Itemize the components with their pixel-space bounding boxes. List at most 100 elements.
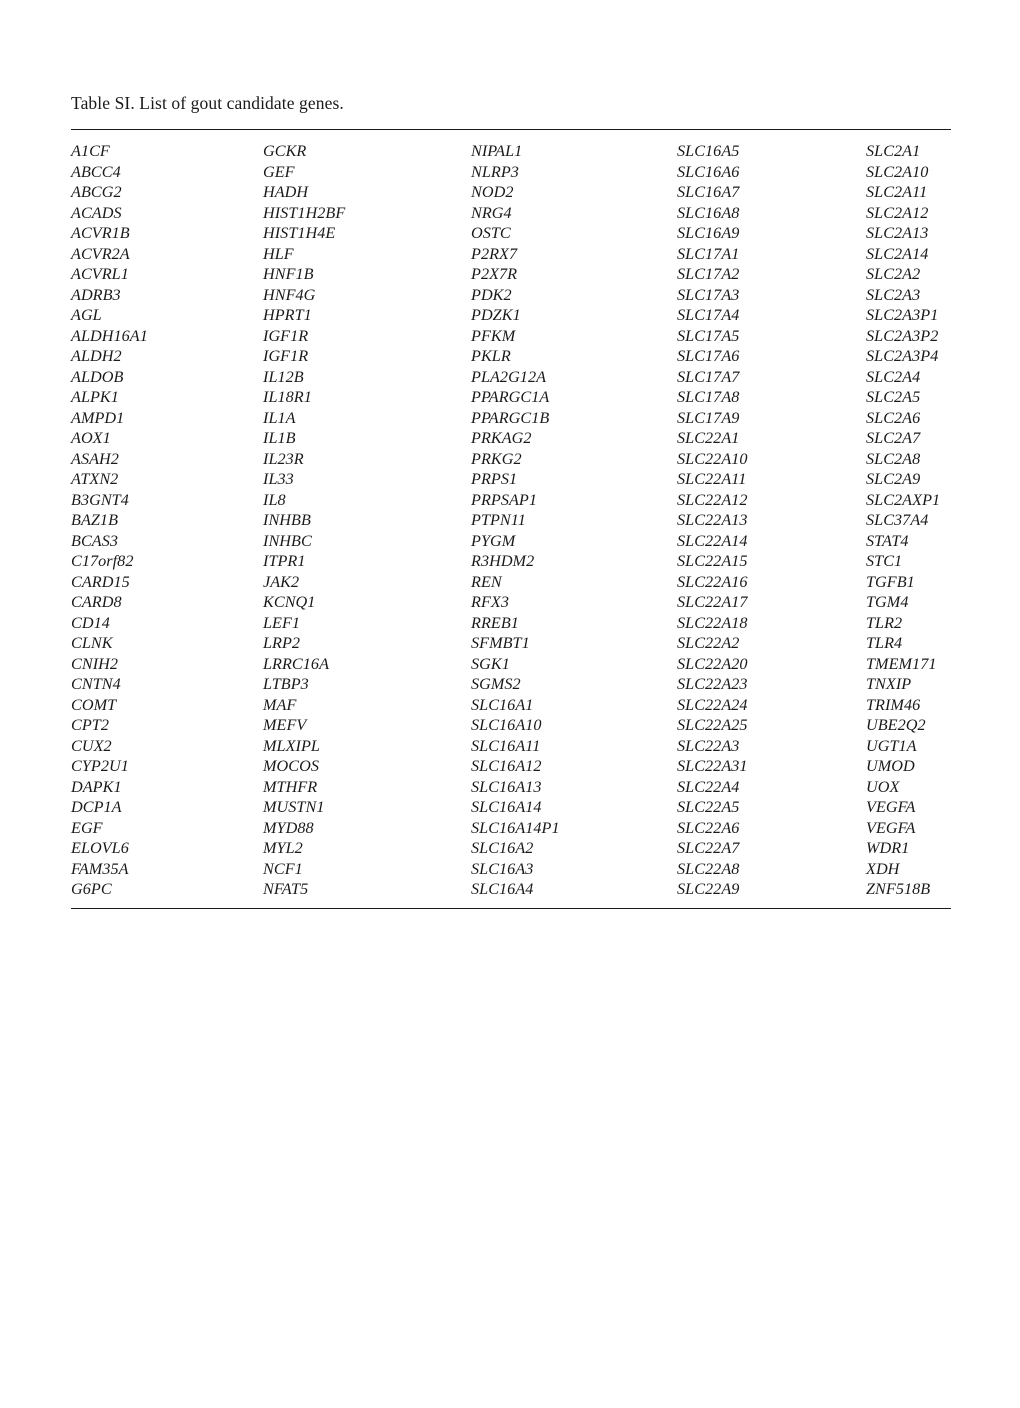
gene-cell: SLC17A9 xyxy=(677,408,740,427)
gene-cell: SLC16A14 xyxy=(471,798,542,816)
gene-cell: CLNK xyxy=(71,634,113,652)
gene-cell: SLC17A1 xyxy=(677,244,740,263)
gene-cell: CARD8 xyxy=(71,593,122,611)
gene-cell: MYL2 xyxy=(263,839,303,857)
gene-cell: SLC2A8 xyxy=(866,449,921,468)
gene-column-4: SLC2A1 SLC2A10 SLC2A11 SLC2A12 SLC2A13 SLC2A1… xyxy=(866,141,951,900)
gene-cell: SLC16A1 xyxy=(471,695,534,714)
gene-cell: ACADS xyxy=(71,203,122,222)
gene-cell: CNTN4 xyxy=(71,675,121,693)
table-bottom-rule xyxy=(71,908,951,909)
gene-cell: SLC2A2 xyxy=(866,265,921,283)
gene-cell: RREB1 xyxy=(471,613,519,632)
gene-cell: SLC16A3 xyxy=(471,859,534,878)
gene-cell: VEGFA xyxy=(866,818,916,837)
gene-cell: SLC22A12 xyxy=(677,490,748,509)
gene-cell: AMPD1 xyxy=(71,408,125,427)
gene-column-0: A1CF ABCC4 ABCG2 ACADS ACVR1B ACVR2A ACVRL1 ADR… xyxy=(71,141,263,900)
gene-cell: IL8 xyxy=(263,490,286,509)
gene-cell: IL12B xyxy=(263,367,304,386)
gene-cell: SLC22A31 xyxy=(677,757,748,775)
gene-cell: SLC2A3P1 xyxy=(866,306,939,324)
gene-cell: SLC2AXP1 xyxy=(866,490,941,509)
gene-cell: SGK1 xyxy=(471,654,510,673)
gene-cell: ABCC4 xyxy=(71,162,121,181)
gene-cell: P2X7R xyxy=(471,265,518,283)
gene-cell: UGT1A xyxy=(866,736,917,755)
gene-cell: IL1A xyxy=(263,408,296,427)
gene-cell: PPARGC1A xyxy=(471,388,550,406)
gene-cell: PDK2 xyxy=(471,285,512,304)
gene-cell: MYD88 xyxy=(263,818,314,837)
gene-cell: LEF1 xyxy=(263,613,301,632)
gene-cell: SLC22A25 xyxy=(677,716,748,734)
gene-cell: ELOVL6 xyxy=(71,839,129,857)
gene-cell: ATXN2 xyxy=(71,470,119,488)
gene-cell: RFX3 xyxy=(471,593,509,611)
gene-cell: TRIM46 xyxy=(866,695,921,714)
gene-cell: MTHFR xyxy=(263,777,318,796)
gene-cell: IGF1R xyxy=(263,326,309,345)
gene-cell: CPT2 xyxy=(71,716,109,734)
gene-cell: SLC22A1 xyxy=(677,429,740,447)
gene-cell: SLC22A11 xyxy=(677,470,747,488)
gene-cell: IL18R1 xyxy=(263,388,312,406)
gene-cell: CD14 xyxy=(71,613,110,632)
gene-cell: SLC16A14P1 xyxy=(471,818,560,837)
gene-cell: SGMS2 xyxy=(471,675,521,693)
gene-cell: PFKM xyxy=(471,326,516,345)
gene-cell: SLC22A6 xyxy=(677,818,740,837)
gene-cell: SLC2A6 xyxy=(866,408,921,427)
gene-cell: HIST1H2BF xyxy=(263,203,346,222)
gene-cell: SLC2A10 xyxy=(866,162,929,181)
gene-cell: ACVR1B xyxy=(71,224,130,242)
gene-cell: SLC22A18 xyxy=(677,613,748,632)
gene-cell: SLC16A2 xyxy=(471,839,534,857)
gene-cell: HPRT1 xyxy=(263,306,312,324)
gene-cell: B3GNT4 xyxy=(71,490,129,509)
gene-cell: MEFV xyxy=(263,716,307,734)
gene-cell: R3HDM2 xyxy=(471,552,535,570)
gene-cell: SLC16A6 xyxy=(677,162,740,181)
gene-cell: HLF xyxy=(263,244,294,263)
gene-cell: SLC2A5 xyxy=(866,388,921,406)
gene-cell: PRKG2 xyxy=(471,449,522,468)
gene-cell: TMEM171 xyxy=(866,654,937,673)
gene-cell: A1CF xyxy=(71,142,110,160)
gene-cell: UBE2Q2 xyxy=(866,716,926,734)
gene-column-2: NIPAL1 NLRP3 NOD2 NRG4 OSTC P2RX7 P2X7R PDK2 PDZ… xyxy=(471,141,677,900)
gene-cell: SLC2A4 xyxy=(866,367,921,386)
gene-cell: TGFB1 xyxy=(866,572,915,591)
gene-cell: SLC22A13 xyxy=(677,511,748,529)
gene-cell: SFMBT1 xyxy=(471,634,530,652)
gene-cell: SLC2A9 xyxy=(866,470,921,488)
gene-cell: HNF4G xyxy=(263,285,316,304)
gene-cell: P2RX7 xyxy=(471,244,518,263)
gene-cell: TLR4 xyxy=(866,634,903,652)
gene-cell: SLC37A4 xyxy=(866,511,929,529)
gene-cell: MAF xyxy=(263,695,297,714)
gene-column-3: SLC16A5 SLC16A6 SLC16A7 SLC16A8 SLC16A9 SLC17… xyxy=(677,141,866,900)
gene-cell: IL1B xyxy=(263,429,296,447)
gene-cell: OSTC xyxy=(471,224,511,242)
gene-cell: ADRB3 xyxy=(71,285,121,304)
gene-cell: SLC16A9 xyxy=(677,224,740,242)
gene-cell: ASAH2 xyxy=(71,449,119,468)
gene-cell: ABCG2 xyxy=(71,183,122,201)
gene-cell: SLC22A9 xyxy=(677,880,740,898)
gene-cell: PRKAG2 xyxy=(471,429,532,447)
gene-cell: LRRC16A xyxy=(263,654,330,673)
gene-cell: SLC16A10 xyxy=(471,716,542,734)
gene-cell: STAT4 xyxy=(866,531,909,550)
gene-cell: SLC22A4 xyxy=(677,777,740,796)
gene-cell: PRPSAP1 xyxy=(471,490,537,509)
gene-cell: ALDOB xyxy=(71,367,124,386)
gene-cell: HIST1H4E xyxy=(263,224,336,242)
gene-cell: SLC22A8 xyxy=(677,859,740,878)
gene-cell: HNF1B xyxy=(263,265,314,283)
gene-cell: REN xyxy=(471,572,502,591)
gene-cell: SLC22A20 xyxy=(677,654,748,673)
gene-cell: SLC2A1 xyxy=(866,142,921,160)
gene-cell: PDZK1 xyxy=(471,306,521,324)
gene-cell: SLC2A14 xyxy=(866,244,929,263)
